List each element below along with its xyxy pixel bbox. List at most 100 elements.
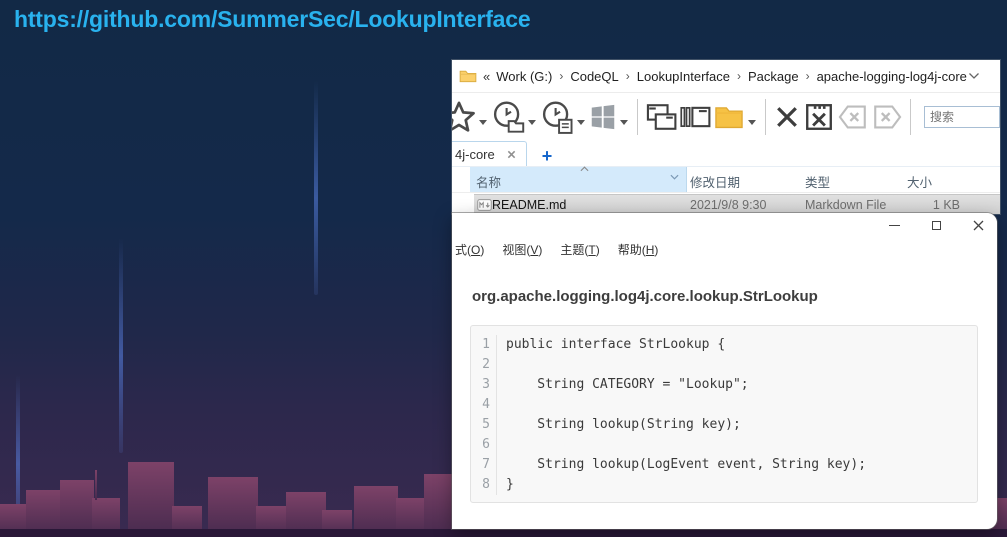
breadcrumb-item-codeql[interactable]: CodeQL — [570, 69, 618, 84]
open-folder-button[interactable] — [712, 100, 759, 134]
column-header-size[interactable]: 大小 — [907, 172, 932, 191]
menu-item-format[interactable]: 式(O) — [455, 241, 484, 258]
minimize-icon — [888, 224, 900, 227]
clock-folder-icon — [493, 101, 525, 133]
code-line: 5 String lookup(String key); — [471, 415, 977, 435]
tab-log4j-core[interactable]: 4j-core — [452, 141, 527, 166]
close-window-icon — [806, 104, 832, 130]
column-header-modified[interactable]: 修改日期 — [690, 172, 740, 191]
code-text: String lookup(String key); — [506, 417, 741, 432]
tab-label: 4j-core — [455, 146, 495, 162]
maximize-icon — [931, 221, 941, 230]
system-menu-button[interactable] — [588, 102, 631, 132]
new-tab-button[interactable]: + — [542, 146, 553, 166]
breadcrumb-separator: › — [559, 69, 564, 83]
cascade-windows-button[interactable] — [644, 100, 678, 134]
column-filter-dropdown-icon[interactable] — [670, 174, 679, 180]
close-button[interactable] — [772, 102, 802, 132]
file-explorer-window: « Work (G:) › CodeQL › LookupInterface ›… — [452, 60, 1000, 214]
search-input[interactable] — [924, 106, 1000, 128]
file-name: README.md — [492, 198, 567, 212]
line-number: 5 — [471, 415, 497, 435]
line-number: 3 — [471, 375, 497, 395]
column-header-name-label: 名称 — [476, 176, 502, 190]
window-controls — [888, 213, 984, 238]
dropdown-arrow-icon — [528, 119, 536, 125]
toolbar-separator — [910, 99, 911, 135]
maximize-button[interactable] — [930, 220, 942, 232]
editor-window: 式(O) 视图(V) 主题(T) 帮助(H) org.apache.loggin… — [452, 213, 997, 529]
code-line: 4 — [471, 395, 977, 415]
menu-item-help[interactable]: 帮助(H) — [618, 241, 659, 258]
breadcrumb-separator: › — [736, 69, 741, 83]
sort-ascending-icon — [580, 166, 589, 172]
toolbar-separator — [765, 99, 766, 135]
close-x-icon — [777, 107, 797, 127]
editor-menu-bar: 式(O) 视图(V) 主题(T) 帮助(H) — [452, 238, 997, 261]
tab-strip: 4j-core + — [452, 140, 1000, 167]
close-tab-right-button-disabled[interactable] — [870, 100, 904, 134]
star-icon — [452, 101, 475, 132]
breadcrumb-separator: › — [805, 69, 810, 83]
class-title: org.apache.logging.log4j.core.lookup.Str… — [472, 288, 818, 305]
markdown-file-icon — [477, 199, 492, 211]
chevron-down-icon — [969, 73, 979, 79]
tab-close-icon — [507, 150, 515, 158]
breadcrumb-item-lookupinterface[interactable]: LookupInterface — [637, 69, 730, 84]
line-number: 7 — [471, 455, 497, 475]
column-header-name[interactable]: 名称 — [470, 166, 687, 192]
close-tab-right-disabled-icon — [874, 105, 902, 129]
breadcrumb-item-log4j-core[interactable]: apache-logging-log4j-core — [817, 69, 967, 84]
code-text: String lookup(LogEvent event, String key… — [506, 457, 867, 472]
line-number: 8 — [471, 475, 497, 495]
close-icon — [973, 220, 983, 231]
breadcrumb-separator: › — [625, 69, 630, 83]
breadcrumb-dropdown-button[interactable] — [968, 72, 980, 80]
breadcrumb-item-package[interactable]: Package — [748, 69, 799, 84]
code-line: 8 } — [471, 475, 977, 495]
dropdown-arrow-icon — [479, 119, 487, 125]
file-type: Markdown File — [805, 198, 887, 212]
breadcrumb: « Work (G:) › CodeQL › LookupInterface ›… — [452, 60, 1000, 93]
light-beam — [314, 80, 318, 295]
file-row-readme[interactable]: README.md 2021/9/8 9:30 Markdown File 1 … — [474, 194, 1000, 214]
close-button[interactable] — [972, 220, 984, 232]
recent-folders-button[interactable] — [490, 99, 539, 135]
toolbar-separator — [637, 99, 638, 135]
code-line: 2 — [471, 355, 977, 375]
breadcrumb-overflow[interactable]: « — [483, 69, 490, 84]
favorites-button[interactable] — [452, 99, 490, 135]
clock-document-icon — [542, 101, 573, 134]
light-beam — [119, 238, 123, 453]
menu-item-view[interactable]: 视图(V) — [502, 241, 542, 258]
code-text: String CATEGORY = "Lookup"; — [506, 377, 749, 392]
dropdown-arrow-icon — [577, 119, 585, 125]
cascade-windows-icon — [646, 104, 677, 130]
breadcrumb-item-drive[interactable]: Work (G:) — [496, 69, 552, 84]
code-line: 3 String CATEGORY = "Lookup"; — [471, 375, 977, 395]
folder-icon — [459, 70, 477, 83]
dropdown-arrow-icon — [620, 119, 628, 125]
editor-title-bar — [452, 213, 997, 238]
close-window-button[interactable] — [802, 100, 836, 134]
line-number: 4 — [471, 395, 497, 415]
file-list-header: 名称 修改日期 类型 大小 — [452, 166, 1000, 193]
tab-close-button[interactable] — [507, 150, 516, 159]
tile-windows-button[interactable] — [678, 100, 712, 134]
code-text: public interface StrLookup { — [506, 337, 726, 352]
minimize-button[interactable] — [888, 220, 900, 232]
menu-item-theme[interactable]: 主题(T) — [560, 241, 599, 258]
code-line: 7 String lookup(LogEvent event, String k… — [471, 455, 977, 475]
code-line: 6 — [471, 435, 977, 455]
close-tab-left-button-disabled[interactable] — [836, 100, 870, 134]
column-header-type[interactable]: 类型 — [805, 172, 830, 191]
recent-files-button[interactable] — [539, 99, 588, 135]
close-tab-left-disabled-icon — [838, 105, 866, 129]
explorer-toolbar — [452, 94, 1000, 140]
line-number: 6 — [471, 435, 497, 455]
code-text: } — [506, 477, 514, 492]
line-number: 1 — [471, 335, 497, 355]
